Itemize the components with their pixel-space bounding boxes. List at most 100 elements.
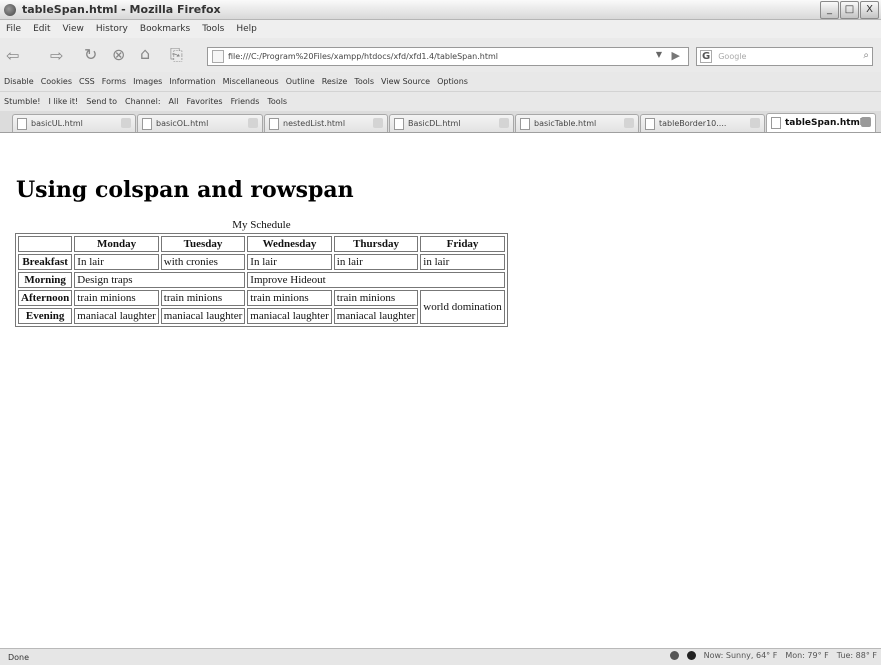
weather-tue[interactable]: Tue: 88° F <box>837 651 877 660</box>
schedule-table: My Schedule Monday Tuesday Wednesday Thu… <box>15 219 508 327</box>
menu-file[interactable]: File <box>6 24 21 34</box>
tab-label: basicOL.html <box>156 119 209 128</box>
menu-help[interactable]: Help <box>236 24 257 34</box>
table-header-row: Monday Tuesday Wednesday Thursday Friday <box>18 236 505 252</box>
url-text[interactable]: file:///C:/Program%20Files/xampp/htdocs/… <box>228 52 498 61</box>
table-cell: with cronies <box>160 254 246 270</box>
webdev-tools[interactable]: Tools <box>354 77 374 86</box>
webdev-cookies[interactable]: Cookies <box>41 77 72 86</box>
tab-basicdl[interactable]: BasicDL.html <box>389 114 514 132</box>
status-right: Now: Sunny, 64° F Mon: 79° F Tue: 88° F <box>669 651 877 660</box>
table-cell: maniacal laughter <box>74 308 159 324</box>
weather-now[interactable]: Now: Sunny, 64° F <box>704 651 778 660</box>
tab-label: BasicDL.html <box>408 119 461 128</box>
table-row-afternoon: Afternoon train minions train minions tr… <box>18 290 505 324</box>
row-header-evening: Evening <box>18 308 73 324</box>
reload-icon[interactable]: ↻ <box>84 45 97 64</box>
page-heading: Using colspan and rowspan <box>16 177 354 203</box>
forward-icon[interactable]: ⇨ <box>50 46 63 65</box>
status-text: Done <box>8 652 30 662</box>
page-icon <box>771 117 781 129</box>
web-developer-toolbar: Disable Cookies CSS Forms Images Informa… <box>0 72 881 92</box>
webdev-miscellaneous[interactable]: Miscellaneous <box>223 77 279 86</box>
search-placeholder[interactable]: Google <box>718 52 746 61</box>
like-button[interactable]: I like it! <box>49 97 79 106</box>
menu-tools[interactable]: Tools <box>202 24 224 34</box>
row-header-morning: Morning <box>18 272 73 288</box>
search-box[interactable]: G Google ⌕ <box>696 47 873 66</box>
menu-bar: File Edit View History Bookmarks Tools H… <box>0 20 881 38</box>
tab-label: tableBorder10.... <box>659 119 727 128</box>
webdev-options[interactable]: Options <box>437 77 468 86</box>
tab-nestedlist[interactable]: nestedList.html <box>264 114 388 132</box>
friends-button[interactable]: Friends <box>231 97 260 106</box>
table-cell: in lair <box>333 254 419 270</box>
page-icon <box>269 117 279 130</box>
close-tab-icon[interactable] <box>624 118 634 128</box>
send-to-button[interactable]: Send to <box>86 97 117 106</box>
table-row-morning: Morning Design traps Improve Hideout <box>18 272 505 288</box>
all-dropdown[interactable]: All <box>169 97 179 106</box>
close-tab-icon[interactable] <box>121 118 131 128</box>
favorites-button[interactable]: Favorites <box>186 97 222 106</box>
home-icon[interactable]: ⌂ <box>140 44 150 63</box>
addon-status-icon[interactable] <box>669 651 679 660</box>
table-cell: in lair <box>420 254 505 270</box>
webdev-forms[interactable]: Forms <box>102 77 126 86</box>
webdev-css[interactable]: CSS <box>79 77 95 86</box>
table-cell: In lair <box>247 254 332 270</box>
webdev-information[interactable]: Information <box>169 77 215 86</box>
header-cell-wednesday: Wednesday <box>247 236 332 252</box>
header-cell-tuesday: Tuesday <box>160 236 246 252</box>
menu-edit[interactable]: Edit <box>33 24 50 34</box>
search-engine-icon[interactable]: G <box>700 50 713 63</box>
table-cell: maniacal laughter <box>333 308 419 324</box>
close-tab-icon[interactable] <box>750 118 760 128</box>
table-caption: My Schedule <box>232 219 291 231</box>
window-controls: _ □ X <box>820 1 879 19</box>
tab-label: tableSpan.html <box>785 118 864 128</box>
tab-label: basicUL.html <box>31 119 83 128</box>
menu-bookmarks[interactable]: Bookmarks <box>140 24 190 34</box>
table-cell-colspan: Improve Hideout <box>247 272 505 288</box>
title-bar: tableSpan.html - Mozilla Firefox _ □ X <box>0 0 881 20</box>
tab-label: nestedList.html <box>283 119 346 128</box>
menu-view[interactable]: View <box>63 24 84 34</box>
header-cell-empty <box>18 236 73 252</box>
stumble-tools-button[interactable]: Tools <box>267 97 287 106</box>
maximize-button[interactable]: □ <box>840 1 859 19</box>
search-icon[interactable]: ⌕ <box>863 50 869 61</box>
tab-tableborder[interactable]: tableBorder10.... <box>640 114 765 132</box>
url-dropdown-icon[interactable]: ▼ <box>656 50 662 59</box>
tab-basictable[interactable]: basicTable.html <box>515 114 639 132</box>
minimize-button[interactable]: _ <box>820 1 839 19</box>
close-tab-icon[interactable] <box>373 118 383 128</box>
table-cell: maniacal laughter <box>160 308 246 324</box>
menu-history[interactable]: History <box>96 24 128 34</box>
table-cell: train minions <box>74 290 159 306</box>
bookmark-page-icon[interactable]: ⎘ <box>170 45 183 65</box>
addon-status-icon-2[interactable] <box>686 651 696 660</box>
webdev-view-source[interactable]: View Source <box>381 77 430 86</box>
close-button[interactable]: X <box>860 1 879 19</box>
stumble-button[interactable]: Stumble! <box>4 97 41 106</box>
stop-icon[interactable]: ⊗ <box>112 45 125 64</box>
tab-basicul[interactable]: basicUL.html <box>12 114 136 132</box>
webdev-disable[interactable]: Disable <box>4 77 34 86</box>
close-tab-icon[interactable] <box>499 118 509 128</box>
webdev-images[interactable]: Images <box>133 77 162 86</box>
close-tab-icon[interactable] <box>248 118 258 128</box>
row-header-breakfast: Breakfast <box>18 254 73 270</box>
go-icon[interactable]: ▶ <box>672 49 680 62</box>
header-cell-monday: Monday <box>74 236 159 252</box>
back-icon[interactable]: ⇦ <box>6 46 19 65</box>
table-cell-rowspan: world domination <box>420 290 505 324</box>
weather-mon[interactable]: Mon: 79° F <box>785 651 828 660</box>
tab-tablespan[interactable]: tableSpan.html <box>766 113 876 132</box>
webdev-outline[interactable]: Outline <box>286 77 315 86</box>
webdev-resize[interactable]: Resize <box>322 77 348 86</box>
header-cell-friday: Friday <box>420 236 505 252</box>
tab-basicol[interactable]: basicOL.html <box>137 114 263 132</box>
address-bar[interactable]: file:///C:/Program%20Files/xampp/htdocs/… <box>207 47 689 66</box>
close-tab-icon[interactable] <box>861 117 871 127</box>
